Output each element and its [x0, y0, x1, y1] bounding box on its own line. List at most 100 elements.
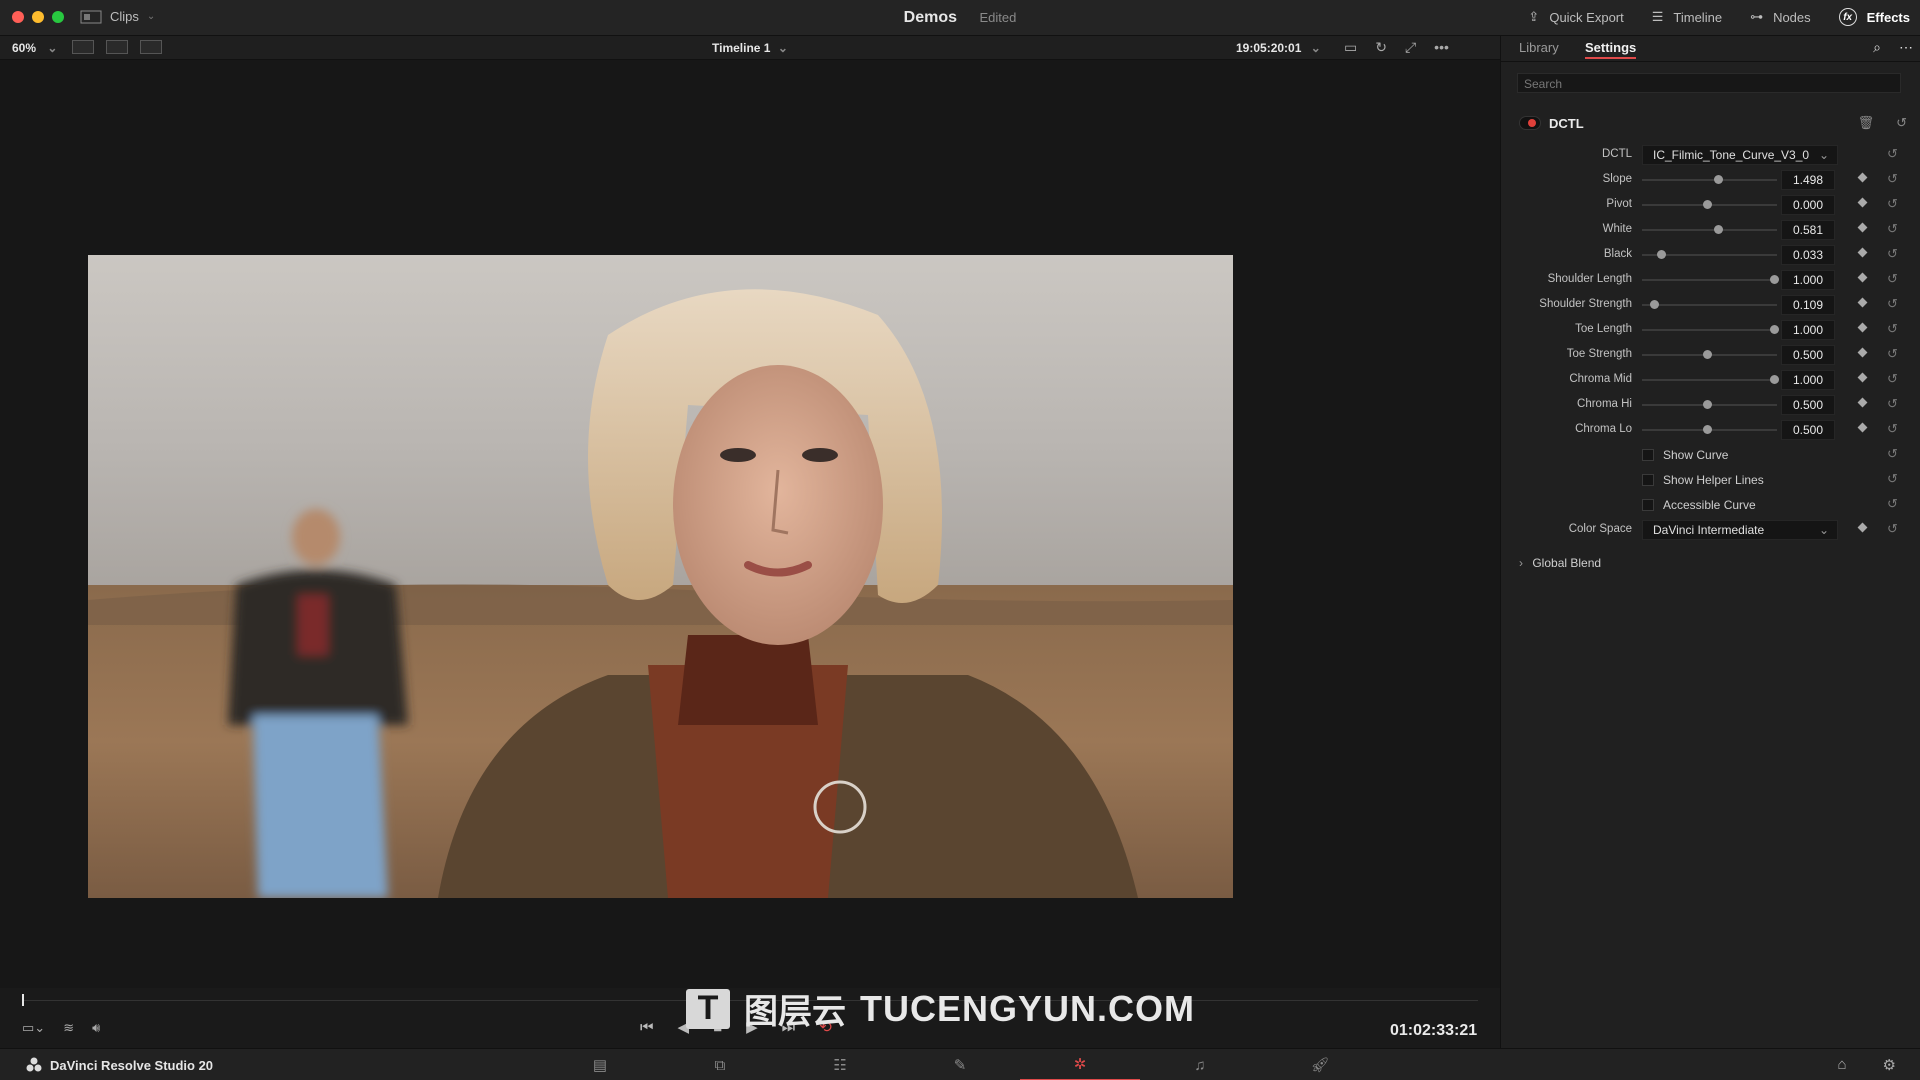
slider-knob[interactable]: [1702, 425, 1712, 434]
show-helper-lines-checkbox[interactable]: [1642, 474, 1654, 486]
reset-icon[interactable]: ↺: [1887, 321, 1898, 337]
volume-icon[interactable]: 🔊︎: [92, 1020, 100, 1036]
display-icon[interactable]: ▭: [1344, 39, 1357, 56]
viewer-mode-icon[interactable]: ▭⌄: [22, 1020, 45, 1036]
slider-knob[interactable]: [1702, 200, 1712, 209]
search-input[interactable]: Search: [1517, 73, 1901, 93]
reset-icon[interactable]: ↺: [1887, 421, 1898, 437]
cut-page-tab[interactable]: ⧉: [660, 1049, 780, 1080]
quick-export-button[interactable]: ⇪ Quick Export: [1528, 9, 1623, 25]
param-slider[interactable]: [1642, 279, 1777, 281]
fullscreen-icon[interactable]: ⤢: [1405, 39, 1416, 56]
reset-icon[interactable]: ↺: [1887, 196, 1898, 212]
param-value-field[interactable]: 1.498: [1781, 170, 1835, 190]
bypass-icon[interactable]: ↻: [1375, 39, 1387, 56]
slider-knob[interactable]: [1702, 350, 1712, 359]
more-options-icon[interactable]: •••: [1434, 39, 1449, 56]
fairlight-page-tab[interactable]: ♫: [1140, 1049, 1260, 1080]
accessible-curve-checkbox[interactable]: [1642, 499, 1654, 511]
fusion-page-tab[interactable]: ✎: [900, 1049, 1020, 1080]
nodes-button[interactable]: ⊶ Nodes: [1750, 9, 1811, 25]
reset-icon[interactable]: ↺: [1887, 396, 1898, 412]
media-page-tab[interactable]: ▤: [540, 1049, 660, 1080]
param-value-field[interactable]: 0.500: [1781, 345, 1835, 365]
param-value-field[interactable]: 0.581: [1781, 220, 1835, 240]
reset-icon[interactable]: ↺: [1887, 471, 1898, 487]
keyframe-icon[interactable]: [1857, 322, 1868, 333]
edit-page-tab[interactable]: ☷: [780, 1049, 900, 1080]
keyframe-icon[interactable]: [1857, 222, 1868, 233]
reset-icon[interactable]: ↺: [1887, 496, 1898, 512]
deliver-page-tab[interactable]: 🚀︎: [1260, 1049, 1380, 1080]
reset-icon[interactable]: ↺: [1887, 521, 1898, 537]
slider-knob[interactable]: [1702, 400, 1712, 409]
show-curve-checkbox[interactable]: [1642, 449, 1654, 461]
effect-enable-toggle[interactable]: [1519, 116, 1541, 130]
slider-knob[interactable]: [1656, 250, 1666, 259]
reset-icon[interactable]: ↺: [1887, 371, 1898, 387]
color-page-tab[interactable]: ✲: [1020, 1049, 1140, 1080]
color-space-select[interactable]: DaVinci Intermediate ⌄: [1642, 520, 1838, 540]
keyframe-icon[interactable]: [1857, 347, 1868, 358]
param-value-field[interactable]: 0.033: [1781, 245, 1835, 265]
param-value-field[interactable]: 1.000: [1781, 370, 1835, 390]
keyframe-icon[interactable]: [1857, 397, 1868, 408]
keyframe-icon[interactable]: [1857, 522, 1868, 533]
slider-knob[interactable]: [1770, 275, 1780, 284]
param-slider[interactable]: [1642, 379, 1777, 381]
param-slider[interactable]: [1642, 229, 1777, 231]
timeline-dropdown[interactable]: Timeline 1 ⌄: [712, 41, 788, 55]
reset-icon[interactable]: ↺: [1896, 115, 1907, 131]
timecode-dropdown[interactable]: 19:05:20:01 ⌄: [1236, 41, 1321, 55]
timeline-button[interactable]: ☰ Timeline: [1652, 9, 1722, 25]
single-viewer-icon[interactable]: [72, 40, 94, 54]
settings-gear-icon[interactable]: ⚙: [1883, 1056, 1896, 1074]
param-slider[interactable]: [1642, 304, 1777, 306]
keyframe-icon[interactable]: [1857, 297, 1868, 308]
keyframe-icon[interactable]: [1857, 247, 1868, 258]
reset-icon[interactable]: ↺: [1887, 271, 1898, 287]
keyframe-icon[interactable]: [1857, 172, 1868, 183]
slider-knob[interactable]: [1713, 175, 1723, 184]
reset-icon[interactable]: ↺: [1887, 246, 1898, 262]
keyframe-icon[interactable]: [1857, 272, 1868, 283]
reset-icon[interactable]: ↺: [1887, 221, 1898, 237]
home-icon[interactable]: ⌂: [1837, 1056, 1846, 1074]
playhead[interactable]: [22, 994, 24, 1006]
slider-knob[interactable]: [1770, 325, 1780, 334]
video-frame[interactable]: [88, 255, 1233, 898]
reset-icon[interactable]: ↺: [1887, 346, 1898, 362]
param-value-field[interactable]: 1.000: [1781, 320, 1835, 340]
cinema-viewer-icon[interactable]: [140, 40, 162, 54]
slider-knob[interactable]: [1770, 375, 1780, 384]
reset-icon[interactable]: ↺: [1887, 146, 1898, 162]
layers-icon[interactable]: ≋: [63, 1020, 74, 1036]
dual-viewer-icon[interactable]: [106, 40, 128, 54]
global-blend-section[interactable]: › Global Blend: [1519, 556, 1601, 570]
keyframe-icon[interactable]: [1857, 372, 1868, 383]
param-value-field[interactable]: 0.109: [1781, 295, 1835, 315]
param-value-field[interactable]: 0.000: [1781, 195, 1835, 215]
reset-icon[interactable]: ↺: [1887, 171, 1898, 187]
slider-knob[interactable]: [1713, 225, 1723, 234]
tab-settings[interactable]: Settings: [1585, 40, 1637, 59]
tab-library[interactable]: Library: [1519, 40, 1559, 55]
more-options-icon[interactable]: ⋯: [1899, 39, 1913, 56]
reset-icon[interactable]: ↺: [1887, 296, 1898, 312]
reset-icon[interactable]: ↺: [1887, 446, 1898, 462]
go-to-start-icon[interactable]: ⏮︎: [640, 1019, 654, 1036]
param-value-field[interactable]: 0.500: [1781, 395, 1835, 415]
search-icon[interactable]: ⌕: [1873, 39, 1881, 56]
param-slider[interactable]: [1642, 329, 1777, 331]
param-value-field[interactable]: 1.000: [1781, 270, 1835, 290]
slider-knob[interactable]: [1650, 300, 1660, 309]
param-value-field[interactable]: 0.500: [1781, 420, 1835, 440]
keyframe-icon[interactable]: [1857, 422, 1868, 433]
dctl-select[interactable]: IC_Filmic_Tone_Curve_V3_0 ⌄: [1642, 145, 1838, 165]
trash-icon[interactable]: 🗑︎: [1858, 115, 1875, 131]
keyframe-icon[interactable]: [1857, 197, 1868, 208]
effects-button[interactable]: fx Effects: [1838, 8, 1910, 26]
param-slider[interactable]: [1642, 179, 1777, 181]
viewer-layout-buttons: [72, 40, 162, 54]
zoom-dropdown[interactable]: 60% ⌄: [12, 41, 57, 55]
